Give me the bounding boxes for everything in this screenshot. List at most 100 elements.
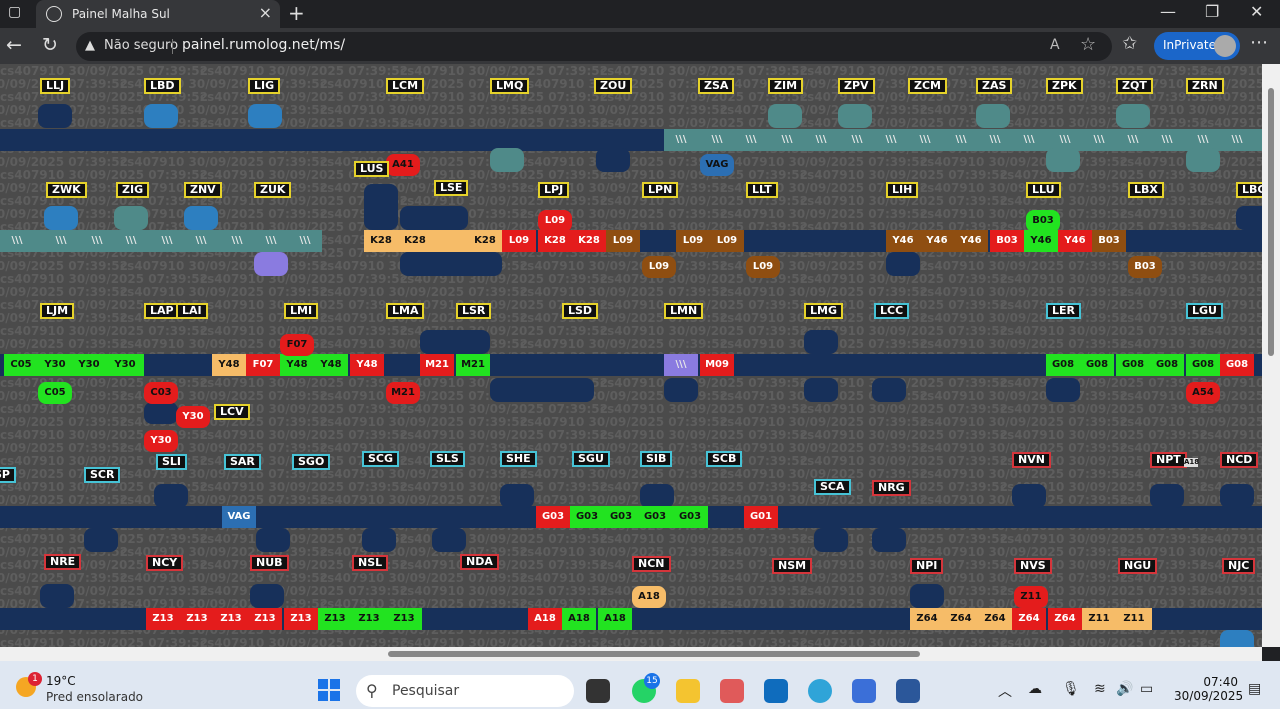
volume-icon[interactable]: 🔊 bbox=[1116, 681, 1133, 697]
station-label[interactable]: NCN bbox=[632, 556, 671, 572]
close-window-icon[interactable]: ✕ bbox=[1250, 2, 1263, 21]
station-label[interactable]: LBG bbox=[1236, 182, 1262, 198]
train-block[interactable]: Z64 bbox=[910, 608, 944, 630]
outlook-icon[interactable] bbox=[764, 679, 788, 703]
train-block[interactable]: L09 bbox=[606, 230, 640, 252]
station-label[interactable]: LMA bbox=[386, 303, 425, 319]
train-block[interactable]: Y48 bbox=[280, 354, 314, 376]
station-label[interactable]: LLU bbox=[1026, 182, 1061, 198]
train-chip[interactable]: Z11 bbox=[1014, 586, 1048, 608]
station-label[interactable]: NRG bbox=[872, 480, 911, 496]
station-label[interactable]: LLJ bbox=[40, 78, 71, 94]
train-block[interactable]: Z13 bbox=[284, 608, 318, 630]
close-tab-icon[interactable]: × bbox=[259, 3, 272, 22]
station-label[interactable]: ZPK bbox=[1046, 78, 1083, 94]
station-label[interactable]: ZOU bbox=[594, 78, 633, 94]
url-text[interactable]: painel.rumolog.net/ms/ bbox=[182, 37, 345, 53]
station-label[interactable]: NGU bbox=[1118, 558, 1158, 574]
train-block[interactable]: B03 bbox=[1092, 230, 1126, 252]
station-label[interactable]: NSM bbox=[772, 558, 813, 574]
station-label[interactable]: LCV bbox=[214, 404, 250, 420]
defender-icon[interactable] bbox=[852, 679, 876, 703]
train-block[interactable]: Z11 bbox=[1116, 608, 1152, 630]
station-label[interactable]: SCA bbox=[814, 479, 851, 495]
station-label[interactable]: LCM bbox=[386, 78, 425, 94]
train-block[interactable]: Z13 bbox=[318, 608, 352, 630]
train-block[interactable]: M21 bbox=[456, 354, 490, 376]
train-block[interactable]: L09 bbox=[502, 230, 536, 252]
train-block[interactable]: G08 bbox=[1080, 354, 1114, 376]
station-label[interactable]: LPN bbox=[642, 182, 679, 198]
address-bar[interactable]: ▲ Não seguro painel.rumolog.net/ms/ A ☆ bbox=[76, 32, 1112, 61]
browser-tab[interactable]: Painel Malha Sul × bbox=[36, 0, 280, 28]
station-label[interactable]: SGU bbox=[572, 451, 610, 467]
train-block[interactable]: K28 bbox=[572, 230, 606, 252]
train-block[interactable]: K28 bbox=[364, 230, 398, 252]
train-chip[interactable]: Y30 bbox=[176, 406, 210, 428]
vertical-scrollbar[interactable] bbox=[1262, 64, 1280, 647]
station-label[interactable]: SLI bbox=[156, 454, 188, 470]
train-block[interactable]: Z13 bbox=[214, 608, 248, 630]
train-block[interactable]: F07 bbox=[246, 354, 280, 376]
station-label[interactable]: ZIG bbox=[116, 182, 150, 198]
station-label[interactable]: LIG bbox=[248, 78, 281, 94]
train-chip[interactable]: Y30 bbox=[144, 430, 178, 452]
station-label[interactable]: LPJ bbox=[538, 182, 570, 198]
train-block[interactable]: A18 bbox=[528, 608, 562, 630]
station-label[interactable]: SGO bbox=[292, 454, 331, 470]
taskbar-search[interactable]: ⚲ Pesquisar bbox=[356, 675, 574, 707]
station-label[interactable]: ZQT bbox=[1116, 78, 1153, 94]
station-label[interactable]: SCB bbox=[706, 451, 743, 467]
train-block[interactable]: M21 bbox=[420, 354, 454, 376]
train-block[interactable]: G01 bbox=[744, 506, 778, 528]
station-label[interactable]: SIB bbox=[640, 451, 673, 467]
train-block[interactable]: Z64 bbox=[1012, 608, 1046, 630]
station-label[interactable]: LLT bbox=[746, 182, 778, 198]
train-block[interactable]: Y46 bbox=[954, 230, 988, 252]
station-label[interactable]: NDA bbox=[460, 554, 499, 570]
train-block[interactable]: G08 bbox=[1046, 354, 1080, 376]
station-label[interactable]: LSD bbox=[562, 303, 599, 319]
file-explorer-icon[interactable] bbox=[676, 679, 700, 703]
new-tab-icon[interactable]: + bbox=[288, 1, 305, 25]
train-block[interactable]: Z11 bbox=[1082, 608, 1116, 630]
station-label[interactable]: LJM bbox=[40, 303, 75, 319]
station-label[interactable]: NVS bbox=[1014, 558, 1052, 574]
favorite-star-icon[interactable]: ☆ bbox=[1080, 34, 1096, 55]
station-label[interactable]: ZUK bbox=[254, 182, 292, 198]
station-label[interactable]: SHE bbox=[500, 451, 537, 467]
snipping-tool-icon[interactable] bbox=[720, 679, 744, 703]
train-chip[interactable]: A18 bbox=[632, 586, 666, 608]
vertical-scroll-thumb[interactable] bbox=[1268, 88, 1274, 356]
back-icon[interactable]: ← bbox=[6, 34, 22, 56]
more-menu-icon[interactable]: ⋯ bbox=[1250, 32, 1268, 53]
train-chip[interactable]: L09 bbox=[746, 256, 780, 278]
train-block[interactable]: G08 bbox=[1186, 354, 1220, 376]
train-block[interactable]: L09 bbox=[710, 230, 744, 252]
read-aloud-icon[interactable]: A bbox=[1050, 37, 1060, 53]
wifi-icon[interactable]: ≋ bbox=[1094, 681, 1106, 697]
refresh-icon[interactable]: ↻ bbox=[42, 34, 58, 56]
train-block[interactable]: Y30 bbox=[38, 354, 72, 376]
tray-chevron-icon[interactable]: ︿ bbox=[998, 681, 1012, 701]
clock[interactable]: 07:40 30/09/2025 bbox=[1174, 675, 1243, 703]
station-label[interactable]: ZSA bbox=[698, 78, 735, 94]
station-label[interactable]: LMI bbox=[284, 303, 319, 319]
train-block[interactable]: Y46 bbox=[1024, 230, 1058, 252]
train-block[interactable]: Y46 bbox=[920, 230, 954, 252]
train-chip[interactable]: B03 bbox=[1026, 210, 1060, 232]
train-block[interactable]: Y48 bbox=[212, 354, 246, 376]
train-block[interactable]: Y30 bbox=[106, 354, 144, 376]
train-chip[interactable]: L09 bbox=[538, 210, 572, 232]
train-block[interactable]: G08 bbox=[1116, 354, 1150, 376]
station-label[interactable]: NUB bbox=[250, 555, 289, 571]
train-block[interactable]: Y46 bbox=[886, 230, 920, 252]
train-block[interactable]: Y48 bbox=[314, 354, 348, 376]
train-block[interactable]: Z64 bbox=[1048, 608, 1082, 630]
train-block[interactable]: Z64 bbox=[978, 608, 1012, 630]
station-label[interactable]: LSR bbox=[456, 303, 492, 319]
station-label[interactable]: ZAS bbox=[976, 78, 1013, 94]
train-block[interactable]: K28 bbox=[538, 230, 572, 252]
train-block[interactable] bbox=[432, 230, 468, 252]
station-label[interactable]: NVN bbox=[1012, 452, 1051, 468]
